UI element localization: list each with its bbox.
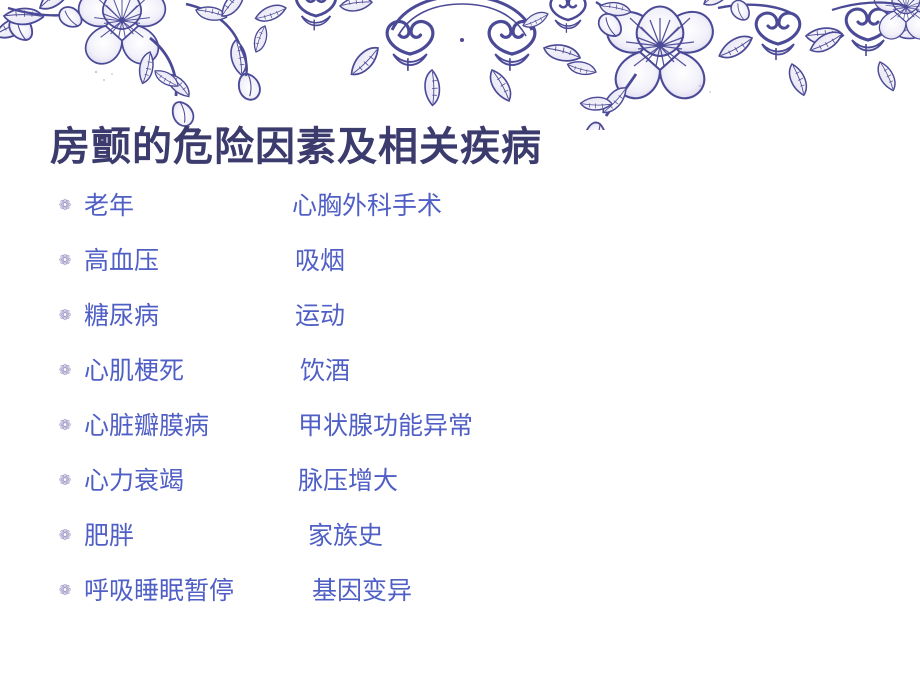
risk-factor-secondary: 饮酒 [300, 356, 351, 385]
risk-factor-primary: 呼吸睡眠暂停 [84, 576, 235, 605]
list-item: ❁ 心肌梗死 饮酒 [0, 343, 920, 398]
flower-bullet-icon: ❁ [58, 306, 72, 324]
decor-left-cluster [0, 0, 198, 130]
flower-bullet-icon: ❁ [58, 251, 72, 269]
risk-factor-primary: 心力衰竭 [84, 466, 185, 495]
flower-bullet-icon: ❁ [58, 471, 72, 489]
risk-factor-secondary: 心胸外科手术 [292, 191, 443, 220]
list-item: ❁ 心力衰竭 脉压增大 [0, 453, 920, 508]
list-item: ❁ 心脏瓣膜病 甲状腺功能异常 [0, 398, 920, 453]
risk-factor-primary: 糖尿病 [84, 301, 160, 330]
decorative-floral-border [0, 0, 920, 130]
decor-center-scrolls [253, 0, 587, 108]
risk-factor-secondary: 脉压增大 [298, 466, 399, 495]
risk-factor-secondary: 运动 [295, 301, 346, 330]
list-item: ❁ 呼吸睡眠暂停 基因变异 [0, 563, 920, 618]
risk-factor-secondary: 家族史 [308, 521, 384, 550]
list-item: ❁ 糖尿病 运动 [0, 288, 920, 343]
decor-right-scrolls [715, 0, 920, 98]
flower-bullet-icon: ❁ [58, 361, 72, 379]
risk-factor-primary: 心肌梗死 [84, 356, 185, 385]
risk-factor-list: ❁ 老年 心胸外科手术 ❁ 高血压 吸烟 ❁ 糖尿病 运动 ❁ 心肌梗死 饮酒 … [0, 178, 920, 618]
flower-bullet-icon: ❁ [58, 196, 72, 214]
risk-factor-secondary: 吸烟 [295, 246, 346, 275]
risk-factor-primary: 高血压 [84, 246, 160, 275]
decor-right-cluster [565, 0, 737, 130]
risk-factor-secondary: 甲状腺功能异常 [298, 411, 474, 440]
list-item: ❁ 老年 心胸外科手术 [0, 178, 920, 233]
flower-bullet-icon: ❁ [58, 581, 72, 599]
decor-left-vine [185, 0, 274, 103]
list-item: ❁ 肥胖 家族史 [0, 508, 920, 563]
flower-bullet-icon: ❁ [58, 526, 72, 544]
risk-factor-secondary: 基因变异 [312, 576, 413, 605]
risk-factor-primary: 肥胖 [84, 521, 135, 550]
risk-factor-primary: 老年 [84, 191, 135, 220]
risk-factor-primary: 心脏瓣膜病 [84, 411, 210, 440]
page-title: 房颤的危险因素及相关疾病 [50, 123, 542, 170]
porcelain-border-svg [0, 0, 920, 130]
list-item: ❁ 高血压 吸烟 [0, 233, 920, 288]
flower-bullet-icon: ❁ [58, 416, 72, 434]
